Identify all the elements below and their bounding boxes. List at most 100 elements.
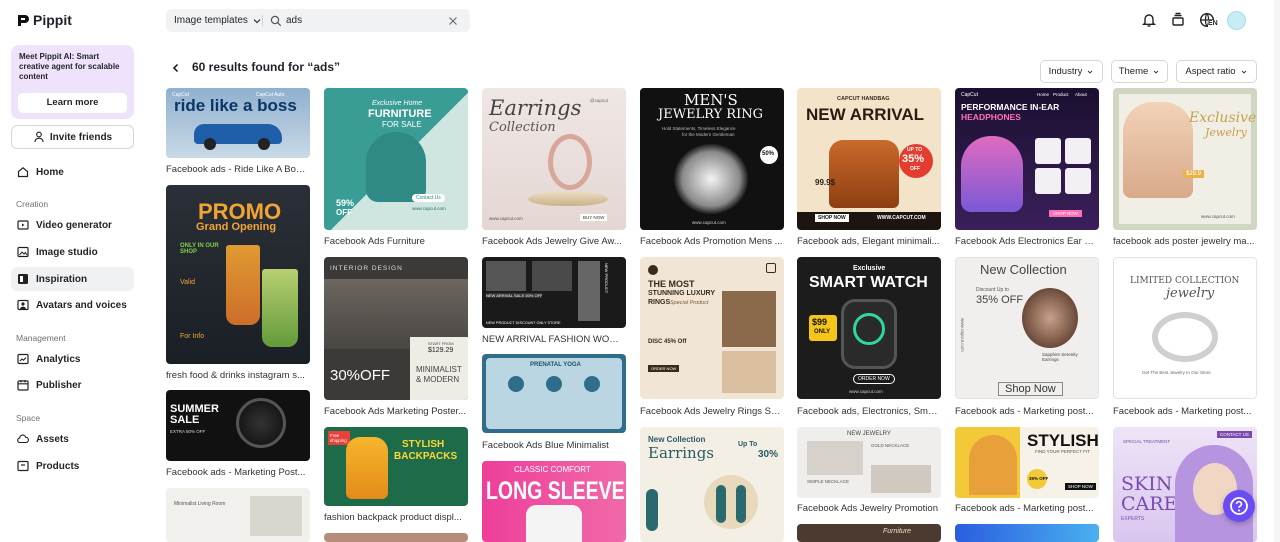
card-text: CapCut bbox=[961, 92, 978, 98]
industry-filter[interactable]: Industry bbox=[1040, 60, 1103, 83]
filter-label: Industry bbox=[1048, 66, 1083, 77]
search-bar: Image templates bbox=[166, 9, 470, 32]
products-icon bbox=[17, 460, 29, 472]
template-card[interactable]: CLASSIC COMFORT LONG SLEEVE bbox=[482, 461, 626, 542]
brand-logo[interactable]: Pippit bbox=[17, 12, 72, 28]
search-separator bbox=[262, 15, 263, 26]
card-text: NEW PRODUCT DISCOUNT ONLY STORE bbox=[486, 321, 561, 325]
card-text: DISC 45% Off bbox=[648, 339, 687, 345]
nav-item-inspiration[interactable]: Inspiration bbox=[11, 267, 134, 291]
results-count: 60 results found for “ads” bbox=[192, 60, 341, 74]
learn-more-button[interactable]: Learn more bbox=[18, 93, 127, 113]
card-caption[interactable]: Facebook Ads Promotion Mens ... bbox=[640, 236, 784, 247]
stack-icon[interactable] bbox=[1170, 12, 1186, 28]
template-card[interactable]: SPECIAL TREATMENT CONTACT US SKIN CARE E… bbox=[1113, 427, 1257, 542]
card-caption[interactable]: Facebook Ads Jewelry Give Aw... bbox=[482, 236, 626, 247]
template-card[interactable]: New Collection Discount Up to 35% OFF Sa… bbox=[955, 257, 1099, 399]
card-caption[interactable]: Facebook ads - Marketing Post... bbox=[166, 467, 310, 478]
template-card[interactable]: INTERIOR DESIGN 30%OFF START FROM $129.2… bbox=[324, 257, 468, 400]
page-scrollbar[interactable] bbox=[1274, 0, 1280, 542]
card-text: Furniture bbox=[883, 528, 912, 535]
template-card[interactable] bbox=[955, 524, 1099, 542]
nav-item-analytics[interactable]: Analytics bbox=[11, 347, 134, 371]
nav-item-publisher[interactable]: Publisher bbox=[11, 373, 134, 397]
home-icon bbox=[17, 166, 29, 178]
template-card[interactable] bbox=[324, 533, 468, 542]
template-card[interactable]: Earrings Collection @capcut BUY NOW www.… bbox=[482, 88, 626, 230]
template-card[interactable]: STYLISH FIND YOUR PERFECT FIT 35% OFF SH… bbox=[955, 427, 1099, 498]
template-card[interactable]: SUMMER SALE EXTRA 50% OFF bbox=[166, 390, 310, 461]
card-caption[interactable]: Facebook ads, Elegant minimali... bbox=[797, 236, 941, 247]
theme-filter[interactable]: Theme bbox=[1111, 60, 1168, 83]
template-card[interactable]: PRENATAL YOGA bbox=[482, 354, 626, 433]
template-card[interactable]: PROMO Grand Opening ONLY IN OUR SHOP Val… bbox=[166, 185, 310, 364]
template-card[interactable]: Free shipping STYLISH BACKPACKS bbox=[324, 427, 468, 506]
user-avatar[interactable] bbox=[1227, 11, 1246, 30]
card-caption[interactable]: Facebook ads, Electronics, Sma... bbox=[797, 406, 941, 417]
template-type-label: Image templates bbox=[174, 15, 248, 26]
bell-icon[interactable] bbox=[1141, 12, 1157, 28]
template-card[interactable]: NEW JEWELRY GOLD NECKLACE SIMPLE NECKLAC… bbox=[797, 427, 941, 498]
back-arrow-icon[interactable] bbox=[170, 62, 182, 74]
nav-item-image-studio[interactable]: Image studio bbox=[11, 240, 134, 264]
app: Pippit Meet Pippit AI: Smart creative ag… bbox=[0, 0, 1280, 542]
template-card[interactable]: Minimalist Living Room bbox=[166, 488, 310, 542]
analytics-icon bbox=[17, 353, 29, 365]
card-caption[interactable]: Facebook Ads Marketing Poster... bbox=[324, 406, 468, 417]
template-card[interactable]: Furniture bbox=[797, 524, 941, 542]
search-input[interactable] bbox=[286, 12, 436, 29]
nav-item-products[interactable]: Products bbox=[11, 454, 134, 478]
pippit-logo-icon bbox=[17, 14, 29, 27]
card-caption[interactable]: facebook ads poster jewelry ma... bbox=[1113, 236, 1257, 247]
card-text: BUY NOW bbox=[580, 214, 608, 221]
clear-search-icon[interactable] bbox=[447, 15, 459, 27]
aspect-ratio-filter[interactable]: Aspect ratio bbox=[1176, 60, 1257, 83]
template-card[interactable]: LIMITED COLLECTION jewelry Get The Best … bbox=[1113, 257, 1257, 399]
help-button[interactable] bbox=[1223, 490, 1255, 522]
card-text: Earrings bbox=[489, 96, 582, 120]
template-card[interactable]: Exclusive SMART WATCH $99 ONLY ORDER NOW… bbox=[797, 257, 941, 399]
card-caption[interactable]: Facebook ads - Marketing post... bbox=[1113, 406, 1257, 417]
card-caption[interactable]: Facebook ads - Marketing post... bbox=[955, 406, 1099, 417]
nav-item-video-generator[interactable]: Video generator bbox=[11, 213, 134, 237]
nav-item-avatars-voices[interactable]: Avatars and voices bbox=[11, 293, 134, 317]
card-caption[interactable]: fresh food & drinks instagram s... bbox=[166, 370, 310, 381]
template-card[interactable]: MEN'S JEWELRY RING Hold Statements, Time… bbox=[640, 88, 784, 230]
template-card[interactable]: CapCut PERFORMANCE IN-EAR HEADPHONES Hom… bbox=[955, 88, 1099, 230]
card-text: PERFORMANCE IN-EAR bbox=[961, 102, 1060, 112]
card-caption[interactable]: Facebook ads - Ride Like A Boss... bbox=[166, 164, 310, 175]
nav-item-assets[interactable]: Assets bbox=[11, 427, 134, 451]
template-card[interactable]: CAPCUT HANDBAG NEW ARRIVAL UP TO 35% OFF… bbox=[797, 88, 941, 230]
language-icon[interactable]: EN bbox=[1199, 12, 1221, 28]
invite-friends-button[interactable]: Invite friends bbox=[11, 125, 134, 149]
card-text: FOR SALE bbox=[382, 120, 422, 129]
template-card[interactable]: THE MOST STUNNING LUXURY RINGS Special P… bbox=[640, 257, 784, 399]
template-card[interactable]: CapCut CapCut Auto ride like a boss bbox=[166, 88, 310, 158]
card-text: Earrings bbox=[648, 444, 714, 462]
card-caption[interactable]: fashion backpack product displ... bbox=[324, 512, 468, 523]
card-caption[interactable]: NEW ARRIVAL FASHION WOME... bbox=[482, 334, 626, 345]
card-text: Grand Opening bbox=[196, 221, 277, 233]
nav-item-label: Products bbox=[36, 460, 80, 472]
card-caption[interactable]: Facebook ads - Marketing post... bbox=[955, 503, 1099, 514]
video-generator-icon bbox=[17, 219, 29, 231]
card-text: ONLY IN OUR SHOP bbox=[180, 243, 219, 255]
cloud-icon bbox=[17, 433, 29, 445]
template-card[interactable]: New Collection Earrings Up To 30% bbox=[640, 427, 784, 542]
card-text: RINGS bbox=[648, 299, 671, 306]
nav-item-home[interactable]: Home bbox=[11, 160, 134, 184]
card-caption[interactable]: Facebook Ads Furniture bbox=[324, 236, 468, 247]
card-text: $129.29 bbox=[428, 347, 454, 354]
template-card[interactable]: Exclusive Jewelry $29.9 www.capcut.com bbox=[1113, 88, 1257, 230]
card-caption[interactable]: Facebook Ads Blue Minimalist bbox=[482, 440, 626, 451]
card-text: SMART WATCH bbox=[809, 274, 928, 291]
card-caption[interactable]: Facebook Ads Jewelry Promotion bbox=[797, 503, 941, 514]
card-text: 35% OFF bbox=[1029, 476, 1049, 481]
card-text: FIND YOUR PERFECT FIT bbox=[1035, 449, 1090, 454]
card-caption[interactable]: Facebook Ads Electronics Ear H... bbox=[955, 236, 1099, 247]
card-caption[interactable]: Facebook Ads Jewelry Rings Sa... bbox=[640, 406, 784, 417]
template-card[interactable]: NEW ARRIVAL SALE 50% OFF NEW PRODUCT DIS… bbox=[482, 257, 626, 328]
card-text: Home bbox=[1037, 92, 1050, 97]
template-type-dropdown[interactable]: Image templates bbox=[174, 9, 263, 32]
template-card[interactable]: Exclusive Home FURNITURE FOR SALE 59% OF… bbox=[324, 88, 468, 230]
